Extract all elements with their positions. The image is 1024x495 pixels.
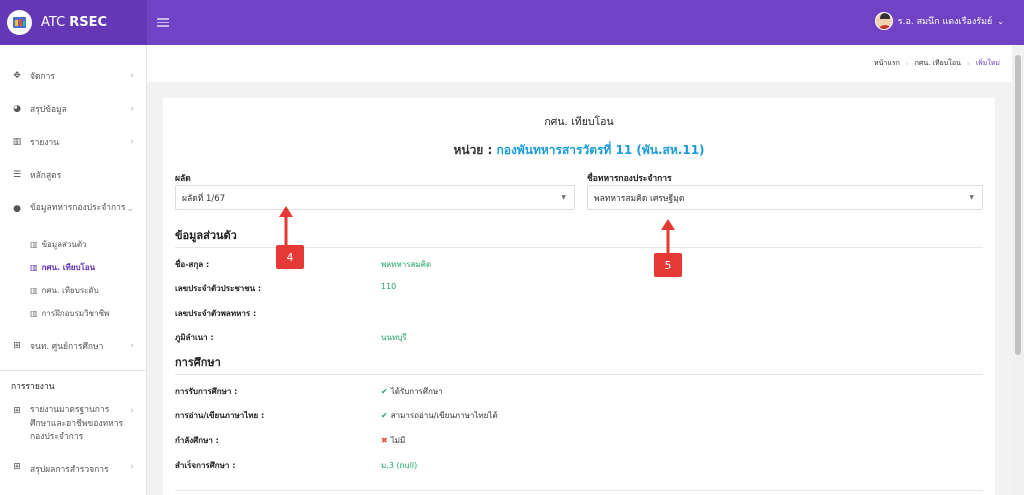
sidebar-subitem-level[interactable]: ▥ กศน. เทียบระดับ	[0, 279, 146, 302]
annotation-arrow-icon	[279, 206, 293, 245]
cross-icon: ✖	[381, 436, 388, 445]
sidebar-item-report[interactable]: ▥ รายงาน ›	[0, 125, 146, 158]
divider	[175, 374, 983, 375]
list-icon: ☰	[12, 169, 22, 180]
chevron-right-icon: ›	[130, 406, 134, 416]
breadcrumb-home[interactable]: หน้าแรก	[874, 58, 900, 69]
caret-down-icon: ▼	[561, 194, 566, 201]
unit-name: กองพันทหารสารวัตรที่ 11 (พัน.สห.11)	[496, 143, 705, 157]
page-title: กศน. เทียบโอน	[544, 116, 614, 128]
education-section-title: การศึกษา	[175, 356, 221, 369]
soldier-label: ชื่อทหารกองประจำการ	[587, 174, 672, 184]
personal-section-title: ข้อมูลส่วนตัว	[175, 229, 237, 242]
fullname-value: พลทหารสมคิด	[381, 260, 432, 269]
sidebar-item-manage[interactable]: ✥ จัดการ ›	[0, 59, 146, 92]
bar-chart-icon: ▥	[30, 263, 38, 272]
breadcrumb-separator-icon: ›	[905, 59, 909, 68]
unit-line: หน่วย : กองพันทหารสารวัตรที่ 11 (พัน.สห.…	[163, 141, 995, 160]
bar-chart-icon: ▥	[30, 240, 38, 249]
hometown-label: ภูมิลำเนา :	[175, 333, 214, 342]
app-logo-icon	[7, 10, 32, 35]
annotation-badge: 4	[276, 245, 304, 269]
pie-chart-icon: ◕	[13, 103, 21, 114]
breadcrumb-separator-icon: ›	[966, 59, 970, 68]
citizen-id-label: เลขประจำตัวประชาชน :	[175, 284, 262, 293]
chevron-right-icon: ›	[130, 136, 134, 147]
breadcrumb-current: เพิ่มใหม่	[975, 59, 1000, 67]
graduated-value: ม.3 (null)	[381, 461, 418, 470]
graduated-label: สำเร็จการศึกษา :	[175, 461, 236, 470]
sidebar-item-course[interactable]: ☰ หลักสูตร	[0, 158, 146, 191]
sidebar-item-center-staff[interactable]: ⊞ จนท. ศูนย์การศึกษา ›	[0, 329, 146, 362]
breadcrumb: หน้าแรก › กศน. เทียบโอน › เพิ่มใหม่	[147, 45, 1012, 82]
batch-select[interactable]: ผลัดที่ 1/67 ▼	[175, 185, 575, 210]
studying-value: ✖ ไม่มี	[381, 436, 406, 445]
app-title: ATC RSEC	[41, 15, 108, 30]
studying-label: กำลังศึกษา :	[175, 436, 219, 445]
batch-label: ผลัด	[175, 174, 191, 184]
batch-select-value: ผลัดที่ 1/67	[182, 193, 226, 204]
chevron-down-icon: ⌄	[997, 16, 1004, 26]
grid-icon: ⊞	[13, 406, 21, 416]
sidebar: ✥ จัดการ › ◕ สรุปข้อมูล › ▥ รายงาน › ☰ ห…	[0, 45, 147, 495]
soldier-id-label: เลขประจำตัวพลทหาร :	[175, 309, 257, 318]
unit-label: หน่วย :	[453, 143, 493, 157]
soldier-select-value: พลทหารสมคิด เศรษฐีมุด	[594, 193, 685, 204]
main-card: กศน. เทียบโอน หน่วย : กองพันทหารสารวัตรท…	[163, 98, 995, 495]
check-icon: ✔	[381, 387, 388, 396]
sidebar-item-soldier-data[interactable]: ● ข้อมูลทหารกองประจำการ ⌄	[0, 191, 146, 233]
chevron-right-icon: ›	[130, 70, 134, 81]
citizen-id-value: 110	[381, 282, 397, 291]
sidebar-section-heading: การรายงาน	[0, 370, 146, 400]
breadcrumb-parent[interactable]: กศน. เทียบโอน	[915, 58, 961, 69]
education-received-label: การรับการศึกษา :	[175, 387, 238, 396]
user-name: ร.อ. สมนึก แดงเรืองรัมย์	[897, 17, 993, 27]
menu-toggle-icon[interactable]	[157, 18, 169, 27]
thai-literacy-value: ✔ สามารถอ่าน/เขียนภาษาไทยได้	[381, 411, 498, 420]
user-menu[interactable]: ร.อ. สมนึก แดงเรืองรัมย์ ⌄	[874, 12, 1004, 30]
soldier-select[interactable]: พลทหารสมคิด เศรษฐีมุด ▼	[587, 185, 983, 210]
grid-icon: ⊞	[13, 340, 21, 351]
annotation-badge: 5	[654, 253, 682, 277]
fullname-label: ชื่อ-สกุล :	[175, 260, 210, 269]
move-icon: ✥	[13, 70, 21, 81]
avatar	[874, 12, 893, 30]
chevron-right-icon: ›	[130, 340, 134, 351]
users-icon: ●	[13, 204, 21, 214]
bar-chart-icon: ▥	[30, 286, 38, 295]
grid-icon: ⊞	[13, 462, 21, 472]
sidebar-subitem-personal[interactable]: ▥ ข้อมูลส่วนตัว	[0, 233, 146, 256]
education-received-value: ✔ ได้รับการศึกษา	[381, 387, 443, 396]
sidebar-item-survey[interactable]: ⊞ สรุปผลการสำรวจการ ›	[0, 458, 146, 476]
sidebar-subitem-transfer[interactable]: ▥ กศน. เทียบโอน	[0, 256, 146, 279]
thai-literacy-label: การอ่าน/เขียนภาษาไทย :	[175, 411, 265, 420]
caret-down-icon: ▼	[969, 194, 974, 201]
page-scrollbar[interactable]	[1012, 45, 1024, 495]
hometown-value: นนทบุรี	[381, 333, 407, 342]
sidebar-item-summary[interactable]: ◕ สรุปข้อมูล ›	[0, 92, 146, 125]
chevron-right-icon: ›	[130, 103, 134, 114]
divider	[175, 490, 983, 491]
bar-chart-icon: ▥	[12, 136, 22, 147]
sidebar-subitem-training[interactable]: ▥ การฝึกอบรมวิชาชีพ	[0, 302, 146, 325]
bar-chart-icon: ▥	[30, 309, 38, 318]
scrollbar-thumb[interactable]	[1015, 55, 1021, 355]
sidebar-item-standard-report[interactable]: ⊞ รายงานมาตรฐานการศึกษาและอาชีพของทหารกอ…	[0, 400, 146, 458]
check-icon: ✔	[381, 411, 388, 420]
brand[interactable]: ATC RSEC	[0, 0, 147, 45]
annotation-arrow-icon	[661, 219, 675, 254]
chevron-right-icon: ›	[130, 462, 134, 472]
top-navbar: ATC RSEC ร.อ. สมนึก แดงเรืองรัมย์ ⌄	[0, 0, 1024, 45]
chevron-down-icon: ⌄	[126, 204, 134, 214]
